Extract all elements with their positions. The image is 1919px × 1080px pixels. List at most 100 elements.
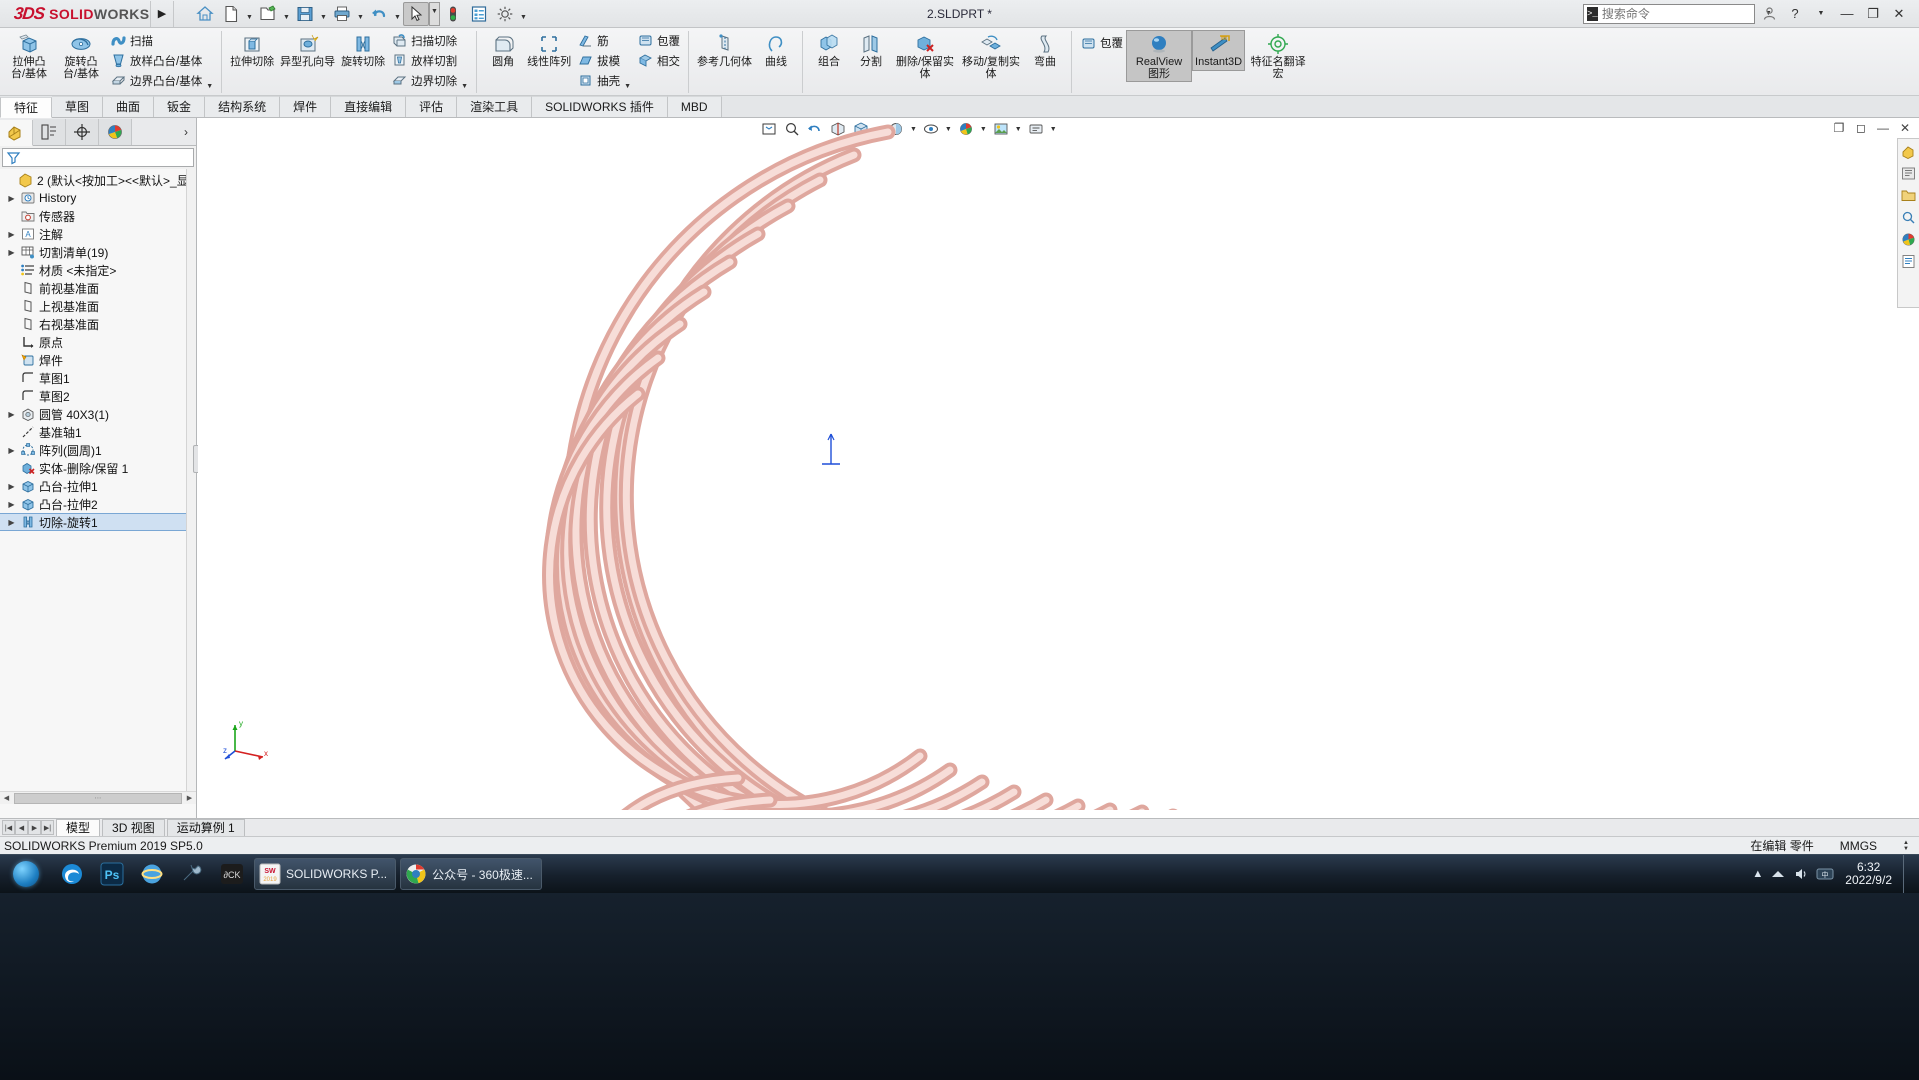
reference-geometry-button[interactable]: 参考几何体 [694, 30, 755, 71]
tab-features[interactable]: 特征 [0, 97, 53, 118]
cut-group-expand-icon[interactable]: ▼ [460, 83, 471, 94]
tree-row-extrude2[interactable]: ▶ 凸台-拉伸2 [0, 495, 196, 513]
network-icon[interactable] [1770, 866, 1786, 882]
taskbar-window-browser[interactable]: 公众号 - 360极速... [400, 858, 542, 890]
tree-row-circular-pattern[interactable]: ▶ 阵列(圆周)1 [0, 441, 196, 459]
tab-next-icon[interactable]: ▶ [28, 820, 41, 835]
sweep-button[interactable]: 扫描 [107, 31, 205, 50]
tab-structure-system[interactable]: 结构系统 [205, 96, 281, 117]
user-account-icon[interactable] [1757, 2, 1781, 26]
revolve-cut-button[interactable]: 旋转切除 [338, 30, 388, 71]
solidworks-logo[interactable]: 3DS SOLIDWORKS [0, 0, 150, 28]
expand-arrow-icon[interactable]: ▶ [6, 248, 17, 257]
units-stepper-icon[interactable]: ▲ ▼ [1903, 840, 1909, 852]
show-hidden-icons-icon[interactable]: ▲ [1752, 868, 1763, 880]
linear-pattern-button[interactable]: 线性阵列 [524, 30, 574, 71]
tree-row-root[interactable]: 2 (默认<按加工><<默认>_显示状态 1 [0, 171, 196, 189]
tree-row-right-plane[interactable]: 右视基准面 [0, 315, 196, 333]
tab-render-tools[interactable]: 渲染工具 [457, 96, 533, 117]
home-icon[interactable] [192, 2, 218, 26]
save-dropdown-icon[interactable]: ▼ [318, 2, 329, 26]
tab-surfaces[interactable]: 曲面 [103, 96, 155, 117]
tree-row-revolve-cut1[interactable]: ▶ 切除-旋转1 [0, 513, 196, 531]
scroll-thumb[interactable]: ⋯ [14, 792, 182, 804]
expand-arrow-icon[interactable]: ▶ [6, 518, 17, 527]
curves-button[interactable]: 曲线 [755, 30, 797, 71]
bottom-tab-motion-study[interactable]: 运动算例 1 [166, 819, 245, 836]
expand-arrow-icon[interactable]: ▶ [6, 446, 17, 455]
undo-dropdown-icon[interactable]: ▼ [392, 2, 403, 26]
taskbar-ie-browser[interactable] [132, 855, 172, 893]
hole-wizard-button[interactable]: 异型孔向导 [277, 30, 338, 71]
input-method-icon[interactable]: 中 [1816, 866, 1834, 882]
options-dropdown-icon[interactable]: ▼ [518, 2, 529, 26]
status-units-label[interactable]: MMGS [1840, 839, 1877, 853]
help-button[interactable]: ? [1783, 2, 1807, 26]
configuration-manager-tab[interactable] [66, 119, 99, 145]
tab-first-icon[interactable]: |◀ [2, 820, 15, 835]
feature-manager-overflow-arrow-icon[interactable]: › [184, 119, 196, 145]
expand-arrow-icon[interactable]: ▶ [6, 500, 17, 509]
instant3d-button[interactable]: Instant3D [1192, 30, 1246, 71]
tree-row-history[interactable]: ▶ History [0, 189, 196, 207]
macro-button[interactable]: 特征名翻译宏 [1245, 30, 1311, 82]
display-manager-tab[interactable] [99, 119, 132, 145]
tab-weldments[interactable]: 焊件 [280, 96, 332, 117]
scroll-right-icon[interactable]: ▶ [183, 792, 196, 805]
fillet-button[interactable]: 圆角 [482, 30, 524, 71]
tree-vertical-scrollbar[interactable] [186, 169, 196, 804]
delete-keep-body-button[interactable]: 删除/保留实体 [892, 30, 958, 82]
tab-direct-editing[interactable]: 直接编辑 [331, 96, 407, 117]
show-desktop-button[interactable] [1903, 855, 1913, 893]
tree-row-material[interactable]: 材质 <未指定> [0, 261, 196, 279]
tab-sheetmetal[interactable]: 钣金 [154, 96, 206, 117]
intersect-button[interactable]: 相交 [634, 51, 683, 70]
tree-row-annotations[interactable]: ▶ A 注解 [0, 225, 196, 243]
boundary-cut-button[interactable]: 边界切除 [388, 71, 460, 90]
search-input[interactable] [1601, 6, 1757, 21]
restore-button[interactable]: ❐ [1861, 2, 1885, 26]
tree-row-sensors[interactable]: 传感器 [0, 207, 196, 225]
taskbar-photoshop[interactable]: Ps [92, 855, 132, 893]
scroll-left-icon[interactable]: ◀ [0, 792, 13, 805]
tab-prev-icon[interactable]: ◀ [15, 820, 28, 835]
open-document-icon[interactable] [255, 2, 281, 26]
feature-group-expand-icon[interactable]: ▼ [623, 83, 634, 94]
select-pointer-icon[interactable] [403, 1, 429, 26]
rib-button[interactable]: 筋 [574, 31, 623, 50]
taskbar-window-solidworks[interactable]: SW 2019 SOLIDWORKS P... [254, 858, 397, 890]
loft-boss-button[interactable]: 放样凸台/基体 [107, 51, 205, 70]
split-button[interactable]: 分割 [850, 30, 892, 71]
tree-row-structural-member[interactable]: ▶ 圆管 40X3(1) [0, 405, 196, 423]
tree-row-front-plane[interactable]: 前视基准面 [0, 279, 196, 297]
tab-last-icon[interactable]: ▶| [41, 820, 54, 835]
tree-filter-bar[interactable] [2, 148, 194, 167]
combine-button[interactable]: 组合 [808, 30, 850, 71]
tree-row-delete-body[interactable]: 实体-删除/保留 1 [0, 459, 196, 477]
tree-row-origin[interactable]: 原点 [0, 333, 196, 351]
close-button[interactable]: ✕ [1887, 2, 1911, 26]
new-document-icon[interactable] [218, 2, 244, 26]
tree-horizontal-scrollbar[interactable]: ◀ ⋯ ▶ [0, 791, 196, 804]
tab-sketch[interactable]: 草图 [52, 96, 104, 117]
tree-row-extrude1[interactable]: ▶ 凸台-拉伸1 [0, 477, 196, 495]
shell-button[interactable]: 抽壳 [574, 71, 623, 90]
tab-solidworks-addins[interactable]: SOLIDWORKS 插件 [532, 96, 668, 117]
wrap2-button[interactable]: 包覆 [1077, 31, 1126, 55]
loft-cut-button[interactable]: 放样切割 [388, 51, 460, 70]
extrude-cut-button[interactable]: 拉伸切除 [227, 30, 277, 71]
taskbar-clock[interactable]: 6:32 2022/9/2 [1841, 861, 1896, 887]
property-manager-tab[interactable] [33, 119, 66, 145]
realview-graphics-button[interactable]: RealView 图形 [1126, 30, 1193, 82]
open-document-dropdown-icon[interactable]: ▼ [281, 2, 292, 26]
tab-mbd[interactable]: MBD [667, 96, 722, 117]
tree-row-top-plane[interactable]: 上视基准面 [0, 297, 196, 315]
print-icon[interactable] [329, 2, 355, 26]
sweep-cut-button[interactable]: 扫描切除 [388, 31, 460, 50]
undo-icon[interactable] [366, 2, 392, 26]
move-copy-body-button[interactable]: 移动/复制实体 [958, 30, 1024, 82]
feature-tree-tab[interactable] [0, 120, 33, 146]
new-document-dropdown-icon[interactable]: ▼ [244, 2, 255, 26]
bottom-tab-model[interactable]: 模型 [56, 819, 101, 836]
bottom-tab-3dviews[interactable]: 3D 视图 [102, 819, 165, 836]
